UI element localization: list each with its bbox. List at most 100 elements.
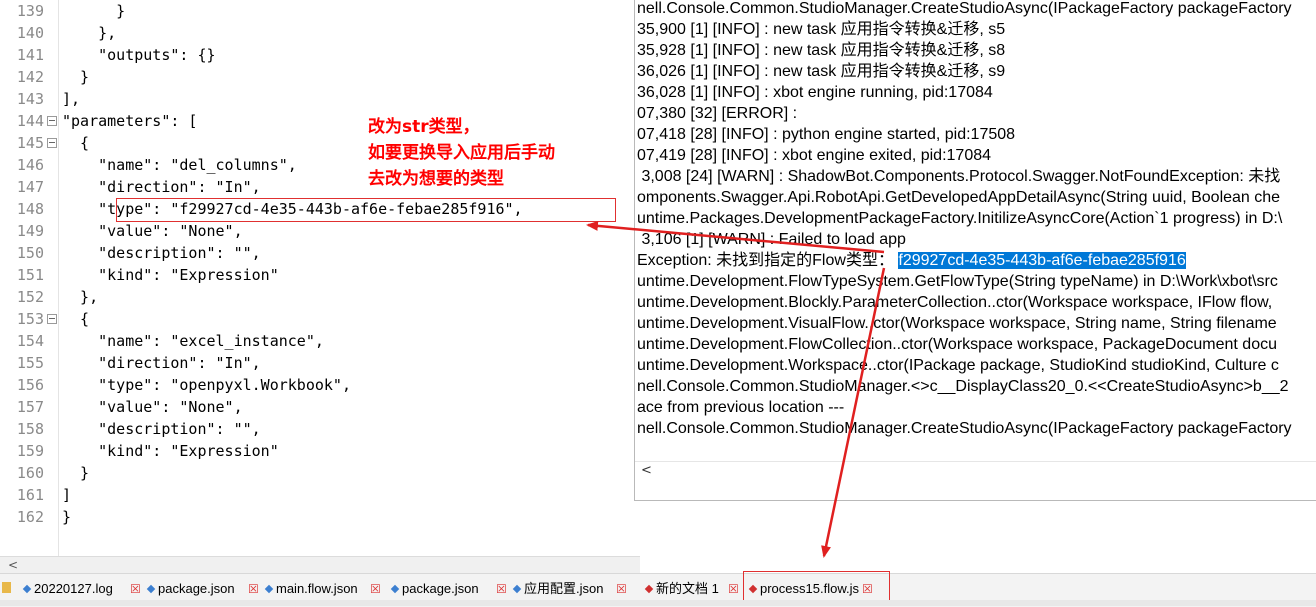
code-text: "kind": "Expression" bbox=[62, 266, 279, 284]
line-number: 151 bbox=[16, 266, 44, 284]
document-tab[interactable]: package.json bbox=[146, 578, 235, 600]
console-line-text: nell.Console.Common.StudioManager.Create… bbox=[637, 0, 1292, 17]
console-line-text: untime.Development.Blockly.ParameterColl… bbox=[637, 294, 1273, 311]
console-line: 3,106 [1] [WARN] : Failed to load app bbox=[637, 229, 906, 250]
console-line-text: nell.Console.Common.StudioManager.<>c__D… bbox=[637, 378, 1289, 395]
line-number: 157 bbox=[16, 398, 44, 416]
code-text: "direction": "In", bbox=[62, 178, 261, 196]
annotation-line: 去改为想要的类型 bbox=[368, 169, 504, 189]
code-text: }, bbox=[62, 24, 117, 42]
file-icon bbox=[512, 584, 522, 594]
console-line: untime.Development.FlowCollection..ctor(… bbox=[637, 334, 1277, 355]
tab-close-icon[interactable]: ☒ bbox=[496, 578, 507, 600]
log-console-window[interactable]: nell.Console.Common.StudioManager.Create… bbox=[634, 0, 1316, 501]
console-line-text: 07,419 [28] [INFO] : xbot engine exited,… bbox=[637, 147, 992, 164]
tab-close-icon[interactable]: ☒ bbox=[728, 578, 739, 600]
line-number: 141 bbox=[16, 46, 44, 64]
console-line: 07,419 [28] [INFO] : xbot engine exited,… bbox=[637, 145, 991, 166]
console-line-text: untime.Development.FlowTypeSystem.GetFlo… bbox=[637, 273, 1278, 290]
scroll-left-arrow-icon[interactable]: < bbox=[8, 558, 18, 572]
console-line: 36,028 [1] [INFO] : xbot engine running,… bbox=[637, 82, 993, 103]
console-line: 35,900 [1] [INFO] : new task 应用指令转换&迁移, … bbox=[637, 19, 1005, 40]
console-line-text: untime.Packages.DevelopmentPackageFactor… bbox=[637, 210, 1283, 227]
annotation-note: 改为str类型， 如要更换导入应用后手动 去改为想要的类型 bbox=[368, 114, 628, 192]
console-line-text: 07,418 [28] [INFO] : python engine start… bbox=[637, 126, 1016, 143]
console-line: nell.Console.Common.StudioManager.Create… bbox=[637, 0, 1292, 19]
console-line: untime.Development.Workspace..ctor(IPack… bbox=[637, 355, 1279, 376]
line-number: 145 bbox=[16, 134, 44, 152]
code-line: 162} bbox=[0, 506, 1316, 528]
tab-label: 20220127.log bbox=[34, 581, 113, 596]
line-number: 144 bbox=[16, 112, 44, 130]
code-text: "value": "None", bbox=[62, 222, 243, 240]
tab-label: 新的文档 1 bbox=[656, 581, 719, 596]
console-line: untime.Packages.DevelopmentPackageFactor… bbox=[637, 208, 1282, 229]
console-line-text: 36,026 [1] [INFO] : new task 应用指令转换&迁移, … bbox=[637, 63, 1006, 80]
tab-close-icon[interactable]: ☒ bbox=[616, 578, 627, 600]
code-text: ] bbox=[62, 486, 72, 504]
code-text: "description": "", bbox=[62, 420, 261, 438]
file-icon bbox=[644, 584, 654, 594]
console-line-text: 07,380 [32] [ERROR] : bbox=[637, 105, 798, 122]
code-text: "direction": "In", bbox=[62, 354, 261, 372]
code-text: } bbox=[62, 2, 126, 20]
console-line: 07,418 [28] [INFO] : python engine start… bbox=[637, 124, 1015, 145]
code-text: } bbox=[62, 68, 90, 86]
console-line-text: 35,900 [1] [INFO] : new task 应用指令转换&迁移, … bbox=[637, 21, 1006, 38]
console-line: Exception: 未找到指定的Flow类型： f29927cd-4e35-4… bbox=[637, 250, 1186, 271]
fold-toggle-icon[interactable] bbox=[47, 314, 57, 324]
code-text: } bbox=[62, 508, 72, 526]
document-tab[interactable]: main.flow.json bbox=[264, 578, 358, 600]
tab-label: main.flow.json bbox=[276, 581, 358, 596]
console-line: ace from previous location --- bbox=[637, 397, 844, 418]
line-number: 154 bbox=[16, 332, 44, 350]
line-number: 142 bbox=[16, 68, 44, 86]
code-text: ], bbox=[62, 90, 81, 108]
console-line: 3,008 [24] [WARN] : ShadowBot.Components… bbox=[637, 166, 1280, 187]
active-tab-highlight-box bbox=[743, 571, 890, 601]
type-line-highlight-box bbox=[116, 198, 616, 222]
line-number: 160 bbox=[16, 464, 44, 482]
line-number: 156 bbox=[16, 376, 44, 394]
tab-label: package.json bbox=[158, 581, 235, 596]
annotation-line: 改为str类型， bbox=[368, 117, 480, 137]
console-line: untime.Development.FlowTypeSystem.GetFlo… bbox=[637, 271, 1278, 292]
document-tab[interactable]: 应用配置.json bbox=[512, 578, 603, 600]
console-horizontal-scrollbar[interactable]: < bbox=[635, 461, 1316, 480]
console-line: untime.Development.VisualFlow..ctor(Work… bbox=[637, 313, 1277, 334]
fold-toggle-icon[interactable] bbox=[47, 138, 57, 148]
line-number: 162 bbox=[16, 508, 44, 526]
console-line-text: Exception: 未找到指定的Flow类型： bbox=[637, 252, 899, 269]
annotation-line: 如要更换导入应用后手动 bbox=[368, 143, 555, 163]
console-line-text: untime.Development.FlowCollection..ctor(… bbox=[637, 336, 1277, 353]
console-line: omponents.Swagger.Api.RobotApi.GetDevelo… bbox=[637, 187, 1280, 208]
code-text: { bbox=[62, 310, 90, 328]
tab-close-icon[interactable]: ☒ bbox=[130, 578, 141, 600]
code-text: "kind": "Expression" bbox=[62, 442, 279, 460]
code-text: "type": "openpyxl.Workbook", bbox=[62, 376, 351, 394]
document-tab[interactable]: package.json bbox=[390, 578, 479, 600]
document-tab[interactable]: 新的文档 1 bbox=[644, 578, 719, 600]
code-text: "name": "excel_instance", bbox=[62, 332, 324, 350]
tab-close-icon[interactable]: ☒ bbox=[248, 578, 259, 600]
file-icon bbox=[146, 584, 156, 594]
code-text: "outputs": {} bbox=[62, 46, 216, 64]
console-line: 36,026 [1] [INFO] : new task 应用指令转换&迁移, … bbox=[637, 61, 1005, 82]
line-number: 150 bbox=[16, 244, 44, 262]
console-line-text: 3,106 [1] [WARN] : Failed to load app bbox=[637, 231, 906, 248]
folder-icon bbox=[2, 582, 11, 593]
tab-close-icon[interactable]: ☒ bbox=[370, 578, 381, 600]
document-tab[interactable]: 20220127.log bbox=[22, 578, 113, 600]
line-number: 158 bbox=[16, 420, 44, 438]
code-text: } bbox=[62, 464, 90, 482]
console-line-text: untime.Development.Workspace..ctor(IPack… bbox=[637, 357, 1279, 374]
line-number: 159 bbox=[16, 442, 44, 460]
fold-toggle-icon[interactable] bbox=[47, 116, 57, 126]
line-number: 161 bbox=[16, 486, 44, 504]
line-number: 139 bbox=[16, 2, 44, 20]
code-text: { bbox=[62, 134, 90, 152]
console-scroll-left-arrow-icon[interactable]: < bbox=[641, 463, 652, 478]
editor-horizontal-scrollbar[interactable]: < bbox=[0, 556, 640, 574]
console-line-text: nell.Console.Common.StudioManager.Create… bbox=[637, 420, 1292, 437]
selected-flow-type-id[interactable]: f29927cd-4e35-443b-af6e-febae285f916 bbox=[898, 252, 1186, 269]
